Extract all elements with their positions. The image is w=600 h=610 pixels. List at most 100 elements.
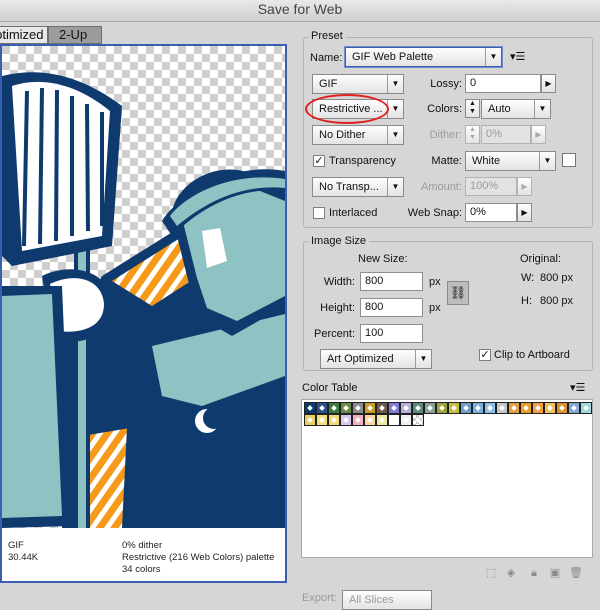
link-proportions-icon[interactable]: ⛓ [447, 281, 469, 305]
color-swatch[interactable] [448, 402, 460, 414]
color-swatch[interactable] [460, 402, 472, 414]
color-swatch[interactable] [316, 402, 328, 414]
format-value: GIF [319, 78, 338, 90]
tab-2-up-label: 2-Up [59, 27, 88, 42]
web-snap-input[interactable]: 0% [465, 203, 517, 222]
export-dropdown: All Slices [342, 590, 432, 610]
color-swatch[interactable] [304, 402, 316, 414]
color-swatch[interactable] [388, 402, 400, 414]
color-swatch-grid [304, 402, 592, 426]
web-snap-label: Web Snap: [407, 207, 462, 219]
color-swatch[interactable] [364, 402, 376, 414]
dither-stepper: ▲ ▼ [465, 125, 480, 144]
color-swatch[interactable] [532, 402, 544, 414]
color-swatch[interactable] [568, 402, 580, 414]
color-swatch[interactable] [304, 414, 316, 426]
info-file-size: 30.44K [8, 552, 39, 563]
chevron-down-icon: ▼ [534, 100, 550, 118]
preset-title: Preset [308, 30, 346, 42]
chevron-down-icon: ▼ [387, 75, 403, 93]
color-swatch[interactable] [364, 414, 376, 426]
color-swatch[interactable] [520, 402, 532, 414]
original-width-label: W: [521, 272, 535, 284]
color-swatch[interactable] [412, 402, 424, 414]
dither-input: 0% [481, 125, 531, 144]
color-swatch[interactable] [472, 402, 484, 414]
color-swatch[interactable] [340, 414, 352, 426]
height-input[interactable]: 800 [360, 298, 423, 317]
color-swatch[interactable] [400, 402, 412, 414]
preset-menu-icon[interactable]: ▾☰ [510, 50, 525, 63]
color-table-menu-icon[interactable]: ▾☰ [570, 381, 585, 394]
chevron-down-icon: ▼ [387, 178, 403, 196]
percent-label: Percent: [314, 328, 355, 340]
interlaced-checkbox[interactable] [313, 207, 325, 219]
width-input[interactable]: 800 [360, 272, 423, 291]
color-swatch[interactable] [340, 402, 352, 414]
preset-name-label: Name: [310, 52, 343, 64]
highlight-ring [305, 94, 389, 124]
janitor-illustration [2, 46, 285, 528]
matte-color-swatch[interactable] [562, 153, 576, 167]
lock-icon[interactable]: 🔒︎ [528, 567, 540, 579]
width-label: Width: [323, 276, 355, 288]
transparency-dither-value: No Transp... [319, 181, 379, 193]
percent-input[interactable]: 100 [360, 324, 423, 343]
quality-dropdown[interactable]: Art Optimized ▼ [320, 349, 432, 369]
color-swatch[interactable] [556, 402, 568, 414]
color-swatch[interactable] [580, 402, 592, 414]
color-swatch[interactable] [496, 402, 508, 414]
original-height-value: 800 px [540, 295, 574, 307]
color-swatch[interactable] [484, 402, 496, 414]
lossy-slider-arrow[interactable]: ▶ [541, 74, 556, 93]
clip-to-artboard-checkbox[interactable]: ✓ [479, 349, 491, 361]
color-swatch[interactable] [376, 414, 388, 426]
window-title: Save for Web [257, 1, 343, 17]
amount-slider-arrow: ▶ [517, 177, 532, 196]
color-swatch[interactable] [328, 402, 340, 414]
chevron-down-icon: ▼ [485, 48, 501, 66]
info-dither: 0% dither [122, 540, 163, 551]
original-width-value: 800 px [540, 272, 574, 284]
web-shift-icon[interactable]: ⬚ [485, 567, 497, 579]
color-swatch[interactable] [388, 414, 400, 426]
export-label: Export: [302, 592, 337, 604]
color-swatch[interactable] [424, 402, 436, 414]
color-swatch[interactable] [352, 414, 364, 426]
info-colors: 34 colors [122, 564, 161, 575]
web-snap-slider-arrow[interactable]: ▶ [517, 203, 532, 222]
height-label: Height: [320, 302, 355, 314]
color-swatch[interactable] [376, 402, 388, 414]
color-swatch[interactable] [328, 414, 340, 426]
color-swatch[interactable] [316, 414, 328, 426]
color-swatch[interactable] [508, 402, 520, 414]
color-swatch[interactable] [352, 402, 364, 414]
tab-2-up[interactable]: 2-Up [48, 26, 102, 44]
color-swatch[interactable] [544, 402, 556, 414]
color-swatch[interactable] [412, 414, 424, 426]
dither-algorithm-value: No Dither [319, 129, 366, 141]
matte-dropdown[interactable]: White ▼ [465, 151, 556, 171]
cube-icon[interactable]: ◈ [505, 567, 517, 579]
tab-optimized[interactable]: Optimized [0, 26, 48, 44]
trash-icon[interactable]: 🗑︎ [569, 567, 583, 579]
colors-stepper[interactable]: ▲ ▼ [465, 99, 480, 118]
info-palette: Restrictive (216 Web Colors) palette [122, 552, 275, 563]
format-dropdown[interactable]: GIF ▼ [312, 74, 404, 94]
preview-image[interactable] [2, 46, 285, 528]
amount-label: Amount: [421, 181, 462, 193]
color-swatch[interactable] [400, 414, 412, 426]
lossy-input[interactable]: 0 [465, 74, 541, 93]
lossy-label: Lossy: [430, 78, 462, 90]
dither-label: Dither: [429, 129, 462, 141]
dither-algorithm-dropdown[interactable]: No Dither ▼ [312, 125, 404, 145]
preset-name-dropdown[interactable]: GIF Web Palette ▼ [345, 47, 502, 67]
color-swatch[interactable] [436, 402, 448, 414]
new-color-icon[interactable]: ▣ [549, 567, 561, 579]
colors-dropdown[interactable]: Auto ▼ [481, 99, 551, 119]
image-size-title: Image Size [308, 235, 370, 247]
matte-value: White [472, 155, 501, 167]
transparency-checkbox[interactable]: ✓ [313, 155, 325, 167]
color-table-area[interactable] [301, 399, 593, 558]
transparency-dither-dropdown[interactable]: No Transp... ▼ [312, 177, 404, 197]
